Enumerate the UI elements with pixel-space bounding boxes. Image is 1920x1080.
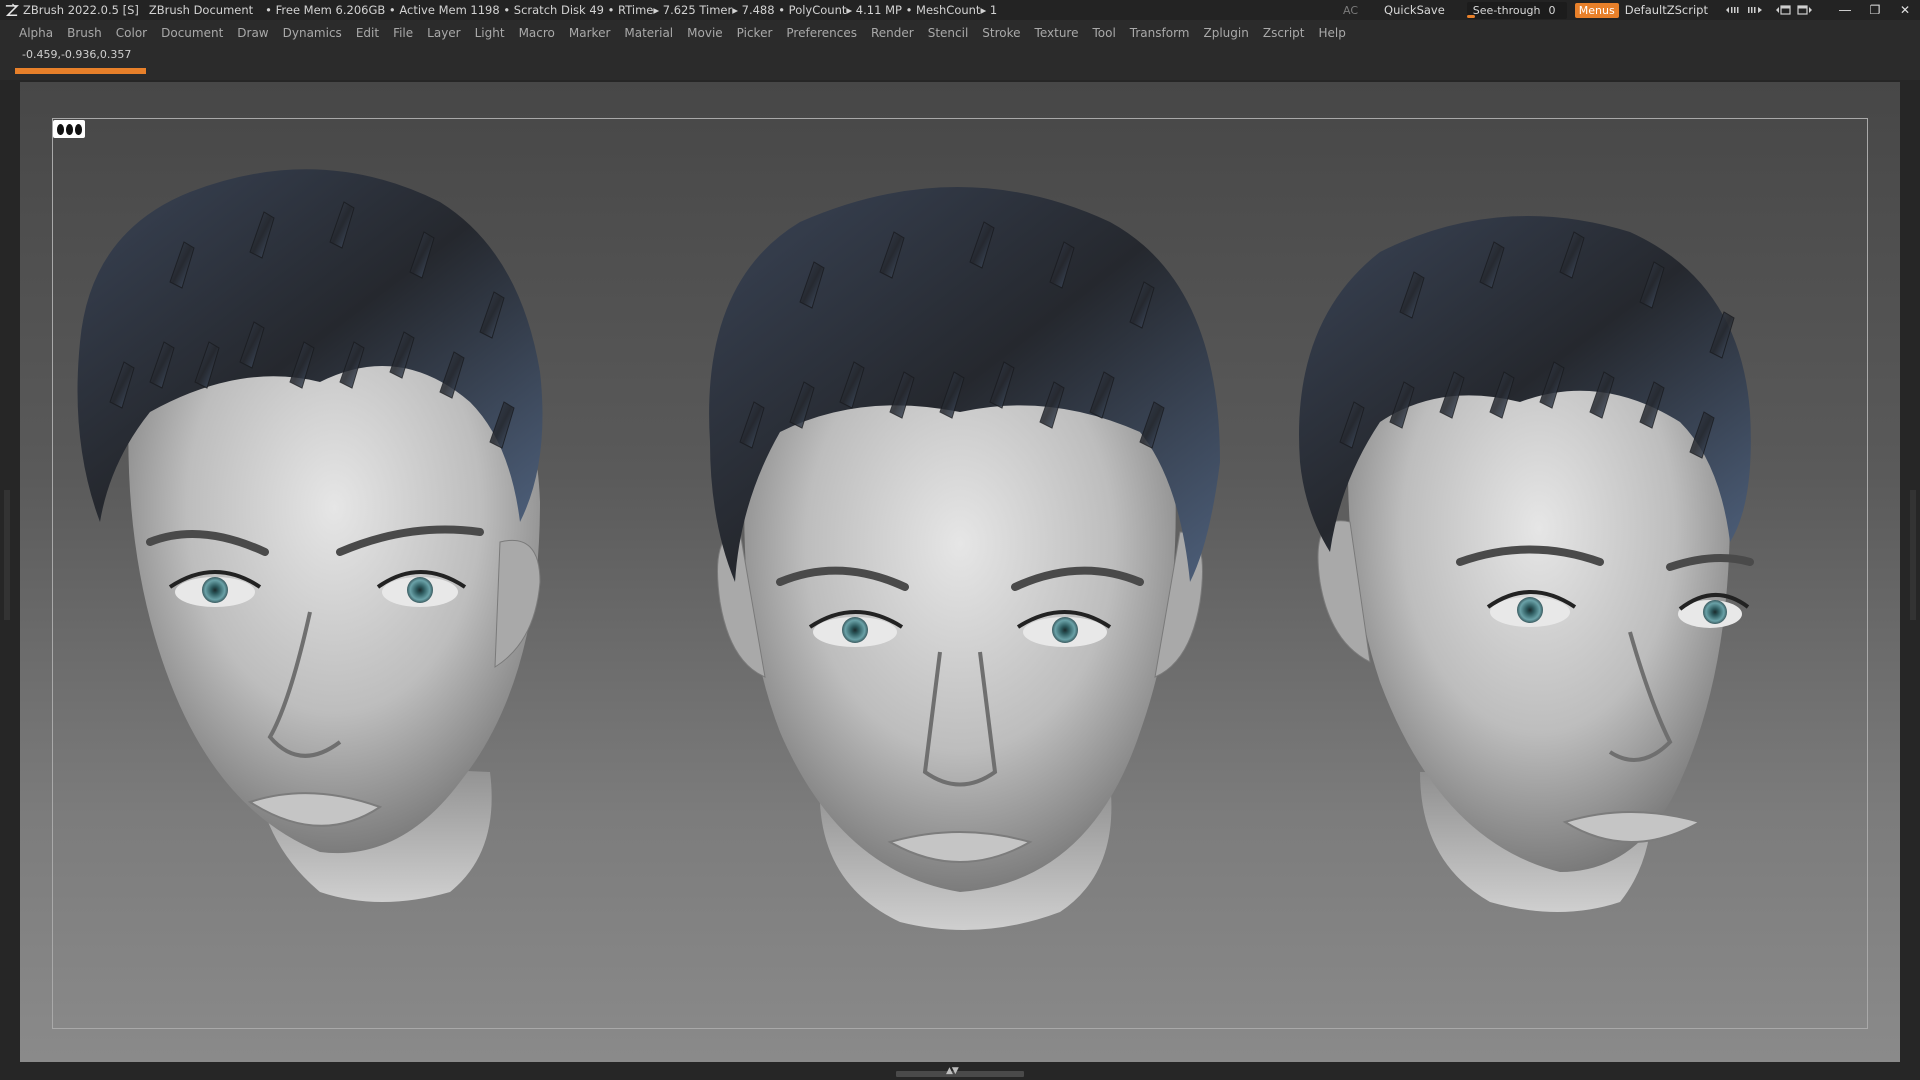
progress-fill (15, 68, 146, 74)
floor-grid-icon[interactable] (53, 120, 85, 138)
menu-layer[interactable]: Layer (420, 20, 467, 46)
menu-dynamics[interactable]: Dynamics (276, 20, 349, 46)
main-menu-bar: Alpha Brush Color Document Draw Dynamics Edit F… (0, 20, 1920, 46)
app-version: ZBrush 2022.0.5 [S] (23, 3, 139, 17)
memory-stats: • Free Mem 6.206GB • Active Mem 1198 • S… (265, 3, 998, 17)
menu-light[interactable]: Light (468, 20, 512, 46)
shelf-left-icon[interactable] (1722, 0, 1744, 20)
menu-preferences[interactable]: Preferences (779, 20, 864, 46)
titlebar-controls: AC QuickSave See-through 0 Menus Default… (1343, 0, 1920, 20)
head-right (1299, 216, 1754, 912)
menu-material[interactable]: Material (617, 20, 680, 46)
quicksave-button[interactable]: QuickSave (1384, 3, 1445, 17)
menu-render[interactable]: Render (864, 20, 921, 46)
menu-file[interactable]: File (386, 20, 420, 46)
seethrough-fill (1466, 14, 1475, 18)
right-tray-handle[interactable] (1910, 490, 1916, 620)
close-icon[interactable]: ✕ (1890, 0, 1920, 20)
document-name: ZBrush Document (148, 3, 254, 17)
title-bar: ZBrush 2022.0.5 [S] ZBrush Document • Fr… (0, 0, 1920, 20)
menu-document[interactable]: Document (154, 20, 230, 46)
menu-stencil[interactable]: Stencil (921, 20, 976, 46)
menu-movie[interactable]: Movie (680, 20, 730, 46)
left-tray-handle[interactable] (4, 490, 10, 620)
minimize-icon[interactable]: ― (1830, 0, 1860, 20)
zbrush-logo-icon (2, 1, 20, 19)
menu-picker[interactable]: Picker (730, 20, 780, 46)
menu-brush[interactable]: Brush (60, 20, 109, 46)
menu-help[interactable]: Help (1312, 20, 1353, 46)
window-layout-alt-icon[interactable] (1794, 0, 1816, 20)
menu-zscript[interactable]: Zscript (1256, 20, 1312, 46)
menus-button[interactable]: Menus (1574, 2, 1619, 18)
head-left (77, 169, 543, 902)
shelf-right-icon[interactable] (1744, 0, 1766, 20)
seethrough-label: See-through (1472, 3, 1541, 17)
ac-toggle[interactable]: AC (1343, 4, 1358, 17)
menu-transform[interactable]: Transform (1123, 20, 1197, 46)
seethrough-value: 0 (1548, 3, 1556, 17)
restore-icon[interactable]: ❐ (1860, 0, 1890, 20)
bottom-tray-handle[interactable] (896, 1071, 1024, 1077)
menu-edit[interactable]: Edit (349, 20, 386, 46)
window-layout-icon[interactable] (1772, 0, 1794, 20)
bottom-tray-arrows-icon[interactable]: ▲▼ (946, 1066, 959, 1076)
menu-marker[interactable]: Marker (562, 20, 617, 46)
menu-color[interactable]: Color (109, 20, 154, 46)
info-row: -0.459,-0.936,0.357 (0, 46, 1920, 80)
viewport-render[interactable] (20, 82, 1900, 1062)
menu-alpha[interactable]: Alpha (12, 20, 60, 46)
seethrough-slider[interactable]: See-through 0 (1466, 1, 1567, 19)
menu-draw[interactable]: Draw (230, 20, 275, 46)
menu-tool[interactable]: Tool (1085, 20, 1122, 46)
heads-render (77, 169, 1754, 930)
menu-zplugin[interactable]: Zplugin (1197, 20, 1256, 46)
cursor-coordinates: -0.459,-0.936,0.357 (22, 48, 132, 61)
head-center (709, 187, 1220, 930)
menu-texture[interactable]: Texture (1028, 20, 1086, 46)
progress-bar (15, 68, 146, 74)
menu-macro[interactable]: Macro (512, 20, 562, 46)
default-zscript-button[interactable]: DefaultZScript (1625, 3, 1708, 17)
menu-stroke[interactable]: Stroke (975, 20, 1027, 46)
